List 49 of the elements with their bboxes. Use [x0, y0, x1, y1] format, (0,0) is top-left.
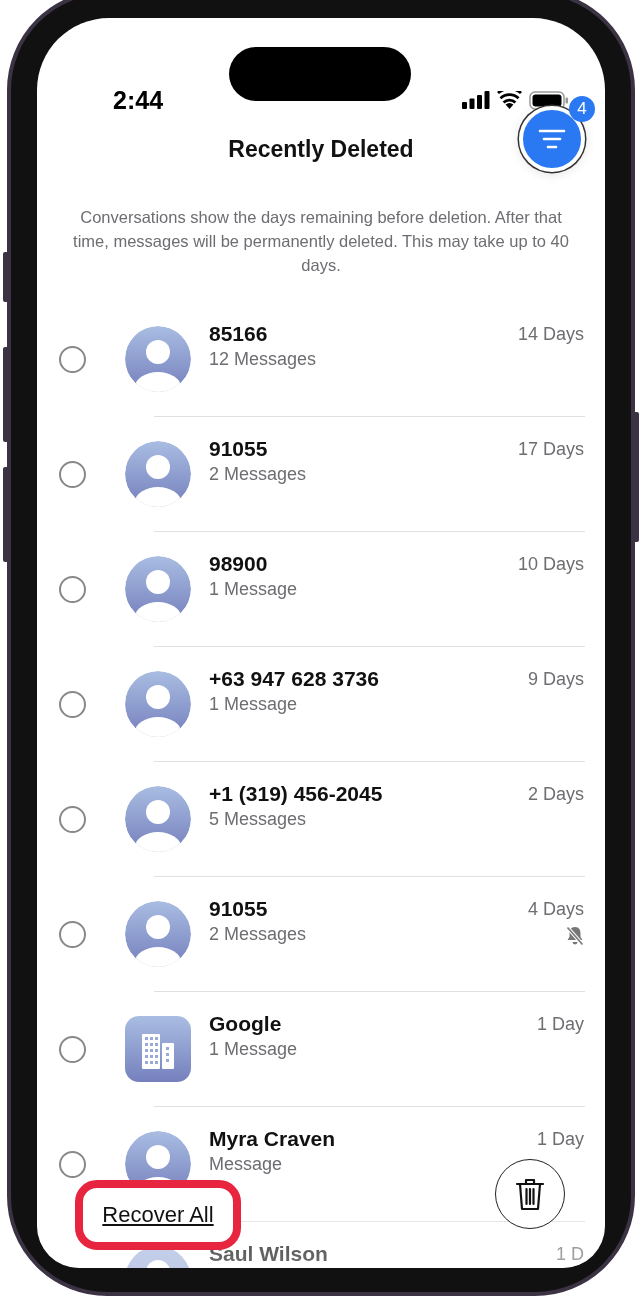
- select-radio[interactable]: [59, 576, 86, 603]
- status-time: 2:44: [113, 85, 164, 115]
- contact-avatar: [125, 786, 191, 852]
- message-count: 2 Messages: [209, 923, 307, 946]
- message-count: Message: [209, 1153, 284, 1176]
- conversation-name: 91055: [209, 436, 269, 462]
- days-remaining: 1 D: [556, 1243, 584, 1266]
- description-text: Conversations show the days remaining before deletion. After that time, messages will be permanently deleted. This may take up to 40 days.: [72, 207, 570, 276]
- message-count: 1 Message: [209, 1038, 298, 1061]
- days-remaining: 10 Days: [517, 553, 584, 576]
- contact-avatar: [125, 671, 191, 737]
- conversation-name: +63 947 628 3736: [209, 666, 379, 692]
- message-count: 5 Messages: [209, 808, 308, 831]
- days-remaining: 4 Days: [527, 898, 584, 921]
- days-remaining: 1 Day: [536, 1013, 584, 1036]
- select-radio[interactable]: [59, 346, 86, 373]
- select-radio[interactable]: [59, 461, 86, 488]
- recover-all-button[interactable]: Recover All: [102, 1202, 214, 1228]
- select-radio[interactable]: [59, 1036, 86, 1063]
- conversation-name: Google: [209, 1011, 283, 1037]
- select-radio[interactable]: [59, 1151, 86, 1178]
- days-remaining: 9 Days: [527, 668, 584, 691]
- contact-avatar: [125, 556, 191, 622]
- contact-avatar: [125, 441, 191, 507]
- contact-avatar: [125, 901, 191, 967]
- conversation-name: 98900: [209, 551, 269, 577]
- message-count: 2 Messages: [209, 463, 307, 486]
- wifi-icon: [497, 91, 522, 109]
- trash-icon: [515, 1177, 545, 1211]
- signal-icon: [462, 91, 490, 109]
- select-radio[interactable]: [59, 691, 86, 718]
- contact-avatar: [125, 326, 191, 392]
- message-count: 1 Message: [209, 693, 299, 716]
- days-remaining: 17 Days: [517, 438, 584, 461]
- conversation-name: 91055: [209, 896, 269, 922]
- filter-count-badge: 4: [569, 96, 595, 122]
- message-count: 12 Messages: [209, 348, 317, 371]
- message-count: 1 Message: [209, 578, 298, 601]
- filter-icon: [538, 128, 566, 150]
- conversation-name: +1 (319) 456-2045: [209, 781, 383, 807]
- days-remaining: 14 Days: [517, 323, 584, 346]
- select-radio[interactable]: [59, 921, 86, 948]
- conversation-name: 85166: [209, 321, 269, 347]
- select-radio[interactable]: [59, 806, 86, 833]
- building-avatar: [125, 1016, 191, 1082]
- page-title: Recently Deleted: [228, 135, 414, 163]
- conversation-name: Myra Craven: [209, 1126, 336, 1152]
- days-remaining: 2 Days: [527, 783, 584, 806]
- days-remaining: 1 Day: [536, 1128, 584, 1151]
